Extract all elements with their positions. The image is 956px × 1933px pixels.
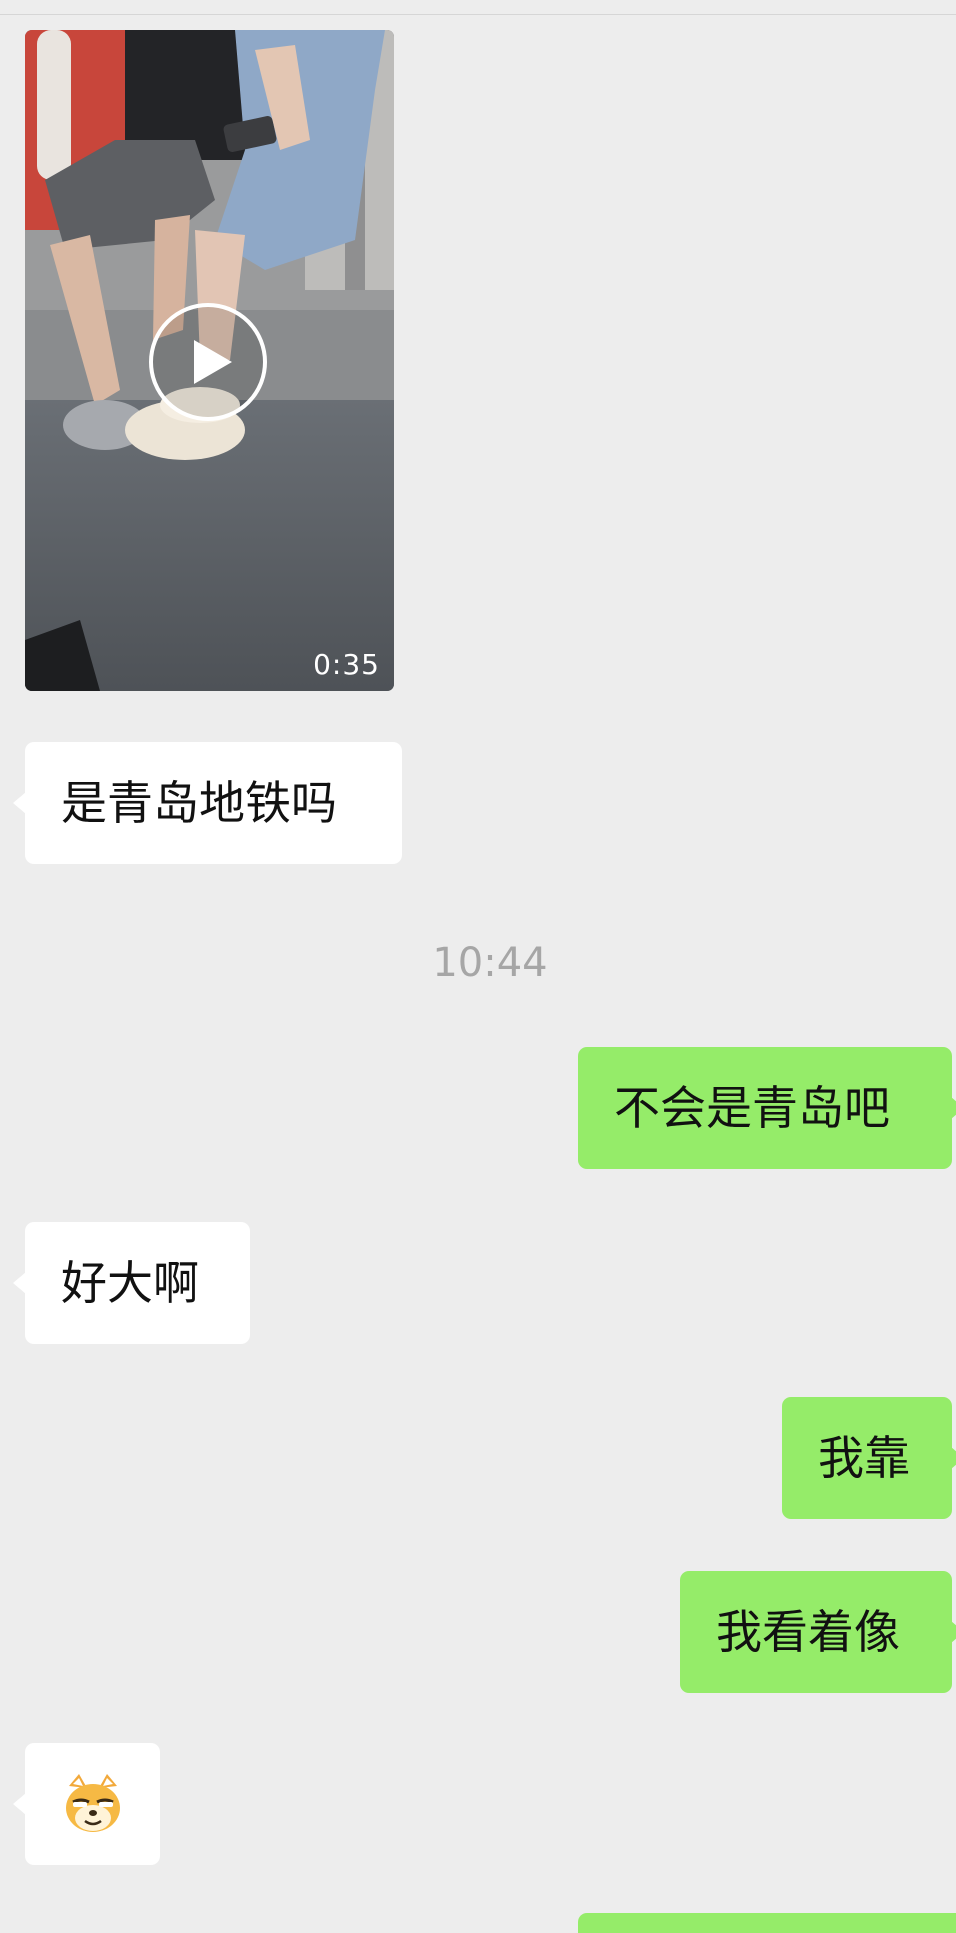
chat-timestamp: 10:44: [432, 940, 548, 986]
message-bubble-outgoing[interactable]: 不会是青岛吧: [578, 1047, 956, 1169]
message-bubble-incoming[interactable]: 好大啊: [13, 1222, 250, 1344]
message-bubble-sticker[interactable]: [13, 1743, 160, 1865]
message-bubble-outgoing[interactable]: 我靠: [782, 1397, 956, 1519]
message-text: 好大啊: [61, 1256, 199, 1310]
video-duration: 0:35: [313, 648, 380, 681]
top-divider: [0, 14, 956, 15]
message-text: 我看着像: [716, 1605, 900, 1659]
doge-smirk-emoji-icon: [66, 1774, 120, 1832]
message-text: 不会是青岛吧: [614, 1081, 890, 1135]
play-icon[interactable]: [148, 302, 268, 422]
message-text: 是青岛地铁吗: [61, 776, 337, 830]
message-text: 我靠: [818, 1431, 910, 1485]
message-bubble-outgoing[interactable]: 我看着像: [680, 1571, 956, 1693]
video-message[interactable]: 0:35: [25, 30, 394, 691]
message-bubble-incoming[interactable]: 是青岛地铁吗: [13, 742, 402, 864]
message-bubble-outgoing-partial: [578, 1913, 956, 1933]
